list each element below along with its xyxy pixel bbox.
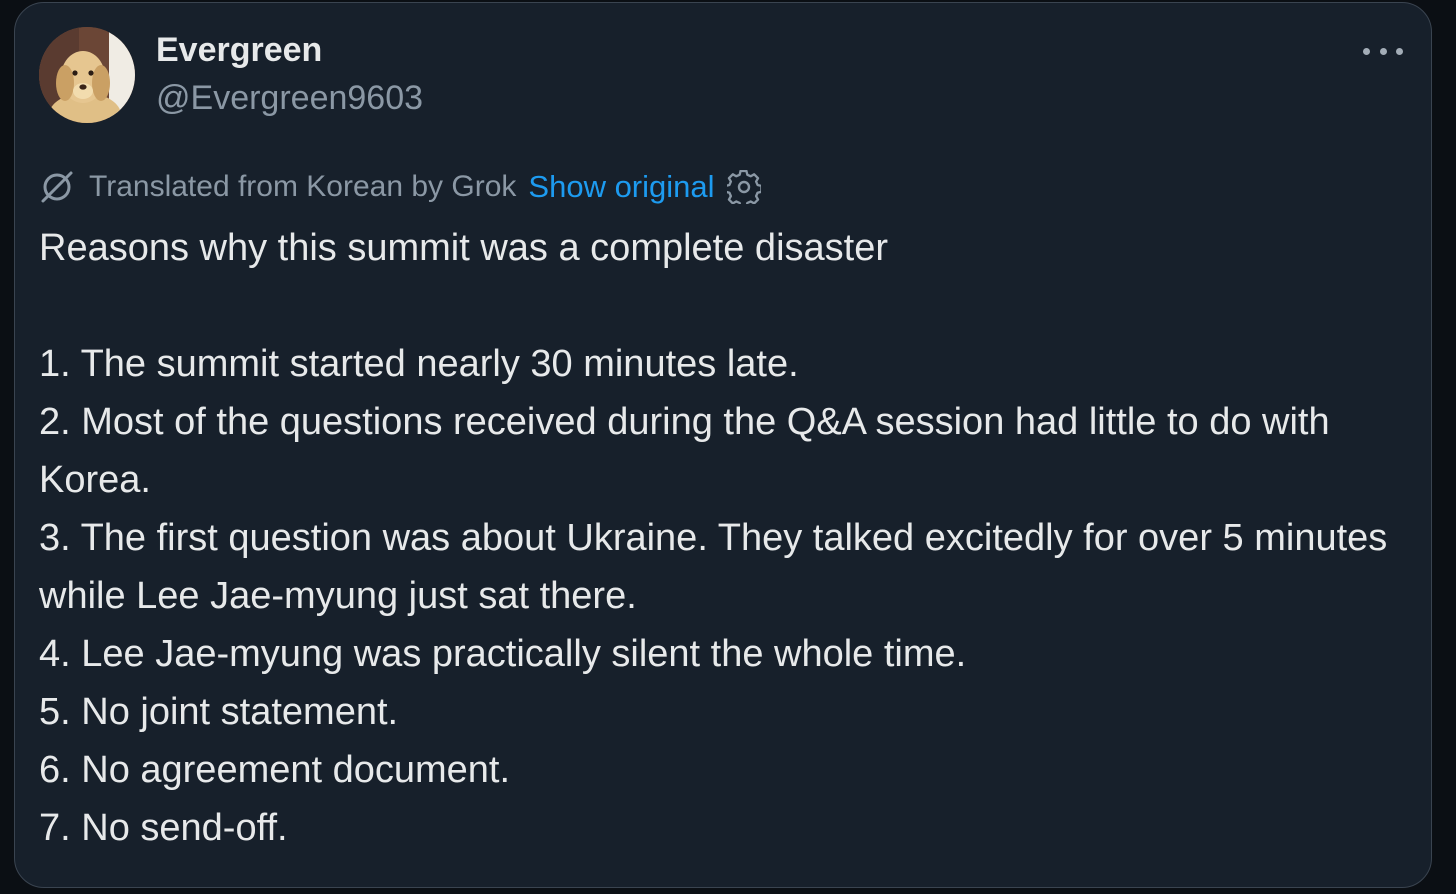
paragraph-break [39, 277, 1409, 335]
grok-translate-icon [41, 171, 73, 203]
more-dot [1379, 47, 1387, 55]
gear-icon[interactable] [726, 170, 761, 204]
list-item: 7. No send-off. [39, 807, 288, 849]
list-item: 5. No joint statement. [39, 691, 399, 733]
author-name[interactable]: Evergreen [156, 31, 322, 70]
translation-label: Translated from Korean by Grok [89, 170, 517, 203]
list-item: 2. Most of the questions received during… [39, 401, 1330, 501]
list-item: 3. The first question was about Ukraine.… [39, 517, 1388, 617]
author-handle[interactable]: @Evergreen9603 [156, 79, 423, 118]
translation-bar: Translated from Korean by Grok Show orig… [39, 167, 761, 207]
dog-avatar-image [39, 27, 135, 123]
avatar[interactable] [39, 27, 135, 123]
show-original-link[interactable]: Show original [528, 169, 714, 205]
tweet-headline: Reasons why this summit was a complete d… [39, 227, 888, 269]
more-dot [1363, 47, 1370, 55]
tweet-card: Evergreen @Evergreen9603 Translated from… [14, 2, 1432, 888]
more-options-button[interactable] [1363, 41, 1403, 61]
more-dot [1396, 47, 1403, 55]
list-item: 4. Lee Jae-myung was practically silent … [39, 633, 967, 675]
tweet-text: Reasons why this summit was a complete d… [39, 219, 1409, 857]
list-item: 6. No agreement document. [39, 749, 511, 791]
list-item: 1. The summit started nearly 30 minutes … [39, 343, 799, 385]
